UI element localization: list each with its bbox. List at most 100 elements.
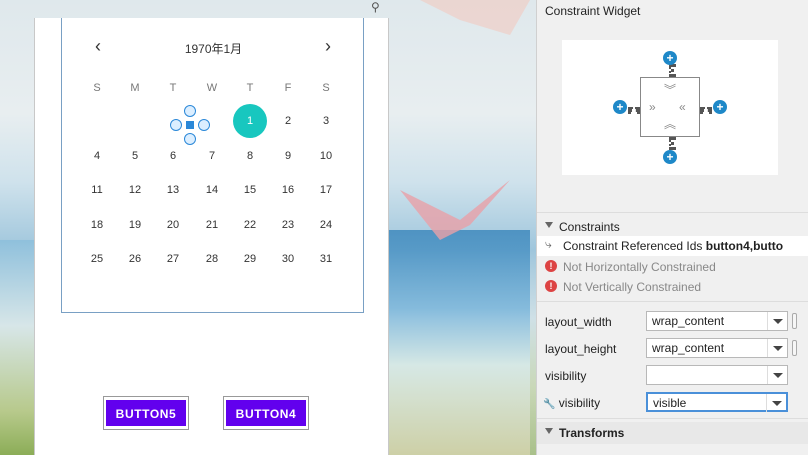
calendar-day[interactable]: 18 bbox=[82, 215, 112, 235]
combo-value: wrap_content bbox=[652, 314, 725, 328]
referenced-ids-value: button4,butto bbox=[705, 239, 784, 253]
calendar-day[interactable]: 31 bbox=[311, 249, 341, 269]
chevron-left-icon: « bbox=[679, 100, 686, 114]
chevron-down-icon[interactable] bbox=[767, 366, 787, 384]
handle-bottom[interactable] bbox=[184, 133, 196, 145]
chevron-down-icon[interactable] bbox=[767, 339, 787, 357]
selection-handles[interactable] bbox=[170, 105, 210, 145]
calendar-day[interactable]: 9 bbox=[273, 146, 303, 166]
referenced-ids-text: Constraint Referenced Ids button4,butto bbox=[563, 239, 783, 253]
calendar-day[interactable]: 7 bbox=[197, 146, 227, 166]
calendar-day[interactable]: 16 bbox=[273, 180, 303, 200]
button4[interactable]: BUTTON4 bbox=[223, 396, 309, 430]
calendar-day-selected[interactable]: 1 bbox=[233, 104, 267, 138]
weekday-label: M bbox=[130, 82, 140, 94]
weekday-label: S bbox=[93, 82, 101, 94]
resource-picker-handle[interactable] bbox=[792, 313, 797, 329]
anchor-icon: ⚲ bbox=[371, 0, 380, 14]
calendar-view[interactable]: ‹ 1970年1月 › SMTWTFS 1 2 3 4 5 6 7 8 9 10 11 12 13 14 1… bbox=[61, 18, 364, 313]
handle-left[interactable] bbox=[170, 119, 182, 131]
calendar-day[interactable]: 3 bbox=[311, 111, 341, 131]
handle-top[interactable] bbox=[184, 105, 196, 117]
attr-label: layout_height bbox=[545, 342, 617, 356]
add-constraint-left-icon[interactable]: + bbox=[613, 100, 627, 114]
design-surface[interactable]: ‹ 1970年1月 › SMTWTFS 1 2 3 4 5 6 7 8 9 10 11 12 13 14 1… bbox=[34, 18, 389, 455]
expand-triangle-icon bbox=[545, 428, 553, 434]
calendar-day[interactable]: 8 bbox=[235, 146, 265, 166]
handle-right[interactable] bbox=[198, 119, 210, 131]
weekday-label: T bbox=[246, 82, 254, 94]
calendar-week-row: 18 19 20 21 22 23 24 bbox=[62, 215, 365, 235]
visibility-select[interactable] bbox=[646, 365, 788, 385]
calendar-week-row: 11 12 13 14 15 16 17 bbox=[62, 180, 365, 200]
constraints-label: Constraints bbox=[559, 220, 620, 234]
weekday-label: W bbox=[206, 82, 218, 94]
transforms-section-header[interactable]: Transforms bbox=[537, 422, 808, 444]
calendar-day[interactable]: 15 bbox=[235, 180, 265, 200]
chevron-up-icon: ︽ bbox=[664, 117, 677, 131]
attr-layout-width: layout_width wrap_content bbox=[537, 308, 808, 334]
button4-label: BUTTON4 bbox=[226, 400, 306, 426]
calendar-day[interactable]: 20 bbox=[158, 215, 188, 235]
constraint-line-top bbox=[669, 64, 674, 77]
warning-vertical-row: ! Not Vertically Constrained bbox=[537, 277, 808, 297]
calendar-day[interactable]: 6 bbox=[158, 146, 188, 166]
button5[interactable]: BUTTON5 bbox=[103, 396, 189, 430]
calendar-day[interactable]: 14 bbox=[197, 180, 227, 200]
warning-horizontal-row: ! Not Horizontally Constrained bbox=[537, 257, 808, 277]
constraint-widget: ︾ » « ︽ + + + + bbox=[562, 40, 778, 175]
calendar-day[interactable]: 12 bbox=[120, 180, 150, 200]
chevron-right-icon[interactable]: › bbox=[318, 36, 338, 58]
calendar-day[interactable]: 4 bbox=[82, 146, 112, 166]
weekday-label: T bbox=[169, 82, 177, 94]
divider bbox=[537, 418, 808, 419]
background-scenery-left bbox=[0, 240, 34, 455]
calendar-day[interactable]: 23 bbox=[273, 215, 303, 235]
calendar-day[interactable]: 26 bbox=[120, 249, 150, 269]
panel-title: Constraint Widget bbox=[545, 4, 641, 18]
attr-label-text: visibility bbox=[558, 396, 601, 410]
layout-height-select[interactable]: wrap_content bbox=[646, 338, 788, 358]
background-scenery-sea bbox=[380, 230, 530, 455]
calendar-week-row: 25 26 27 28 29 30 31 bbox=[62, 249, 365, 269]
weekday-label: F bbox=[284, 82, 292, 94]
calendar-day[interactable]: 25 bbox=[82, 249, 112, 269]
constraint-line-left bbox=[628, 107, 640, 112]
calendar-day[interactable]: 21 bbox=[197, 215, 227, 235]
resource-picker-handle[interactable] bbox=[792, 340, 797, 356]
add-constraint-top-icon[interactable]: + bbox=[663, 51, 677, 65]
weekday-row: SMTWTFS bbox=[62, 78, 365, 98]
warning-vertical-text: Not Vertically Constrained bbox=[563, 280, 702, 294]
calendar-day[interactable]: 10 bbox=[311, 146, 341, 166]
combo-value: visible bbox=[653, 396, 687, 410]
calendar-day[interactable]: 11 bbox=[82, 180, 112, 200]
constraint-widget-box: ︾ » « ︽ bbox=[640, 77, 700, 137]
add-constraint-bottom-icon[interactable]: + bbox=[663, 150, 677, 164]
chevron-down-icon[interactable] bbox=[766, 394, 786, 412]
combo-value: wrap_content bbox=[652, 341, 725, 355]
chevron-right-icon: » bbox=[649, 100, 656, 114]
handle-center[interactable] bbox=[186, 121, 194, 129]
attr-layout-height: layout_height wrap_content bbox=[537, 335, 808, 361]
calendar-day[interactable]: 27 bbox=[158, 249, 188, 269]
calendar-day[interactable]: 17 bbox=[311, 180, 341, 200]
calendar-day[interactable]: 5 bbox=[120, 146, 150, 166]
tools-visibility-select[interactable]: visible bbox=[646, 392, 788, 412]
calendar-day[interactable]: 22 bbox=[235, 215, 265, 235]
calendar-day[interactable]: 29 bbox=[235, 249, 265, 269]
error-icon: ! bbox=[545, 280, 557, 292]
constraint-referenced-ids-row[interactable]: ⤷ Constraint Referenced Ids button4,butt… bbox=[537, 236, 808, 256]
calendar-day[interactable]: 30 bbox=[273, 249, 303, 269]
constraint-line-right bbox=[700, 107, 712, 112]
calendar-day[interactable]: 24 bbox=[311, 215, 341, 235]
add-constraint-right-icon[interactable]: + bbox=[713, 100, 727, 114]
calendar-day[interactable]: 19 bbox=[120, 215, 150, 235]
chevron-down-icon[interactable] bbox=[767, 312, 787, 330]
layout-width-select[interactable]: wrap_content bbox=[646, 311, 788, 331]
paper-crane-decoration bbox=[400, 180, 510, 240]
calendar-day[interactable]: 28 bbox=[197, 249, 227, 269]
constraints-section-header[interactable]: Constraints bbox=[537, 216, 808, 238]
calendar-day[interactable]: 13 bbox=[158, 180, 188, 200]
calendar-day[interactable]: 2 bbox=[273, 111, 303, 131]
wrench-icon: 🔧 bbox=[543, 399, 556, 410]
